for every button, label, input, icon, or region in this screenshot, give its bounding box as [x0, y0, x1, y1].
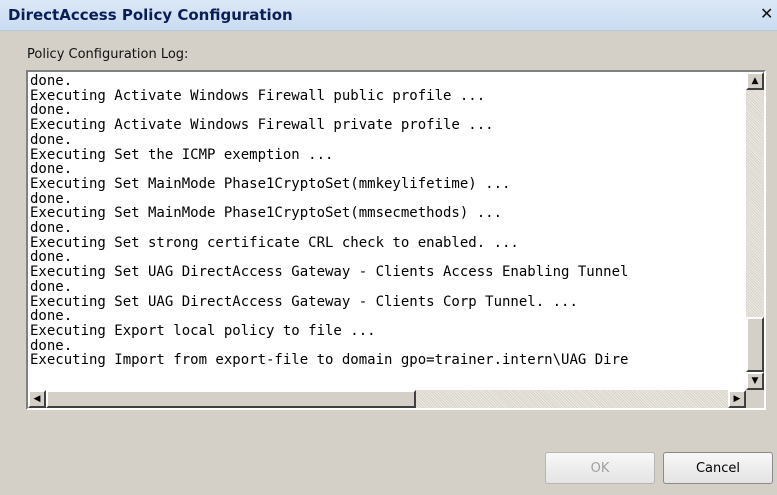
log-line: done.	[30, 337, 73, 354]
scrollbar-corner	[746, 390, 764, 408]
cancel-button[interactable]: Cancel	[663, 452, 773, 484]
log-line: done.	[30, 161, 73, 178]
scroll-up-icon[interactable]: ▲	[746, 72, 764, 90]
log-label: Policy Configuration Log:	[27, 47, 189, 62]
vertical-scroll-thumb[interactable]	[746, 317, 764, 372]
log-line: Executing Activate Windows Firewall priv…	[30, 117, 494, 134]
window-title: DirectAccess Policy Configuration	[8, 6, 293, 24]
log-line: Executing Set MainMode Phase1CryptoSet(m…	[30, 175, 511, 192]
log-line: done.	[30, 220, 73, 237]
log-line: Executing Set UAG DirectAccess Gateway -…	[30, 293, 578, 310]
log-line: Executing Activate Windows Firewall publ…	[30, 87, 486, 104]
log-line: Executing Import from export-file to dom…	[30, 352, 629, 369]
log-line: done.	[30, 74, 73, 89]
vertical-scrollbar[interactable]: ▲ ▼	[746, 72, 764, 390]
close-icon[interactable]: ✕	[760, 4, 776, 24]
log-line: done.	[30, 249, 73, 266]
scroll-right-icon[interactable]: ▶	[728, 390, 746, 408]
log-line: Executing Set strong certificate CRL che…	[30, 234, 519, 251]
horizontal-scrollbar[interactable]: ◀ ▶	[28, 390, 746, 408]
log-line: done.	[30, 102, 73, 119]
title-bar: DirectAccess Policy Configuration ✕	[0, 0, 777, 31]
log-content: done. Executing Activate Windows Firewall…	[30, 74, 742, 390]
log-line: Executing Set UAG DirectAccess Gateway -…	[30, 264, 629, 281]
log-line: done.	[30, 131, 73, 148]
log-line: done.	[30, 308, 73, 325]
log-line: Executing Set the ICMP exemption ...	[30, 146, 334, 163]
log-line: Executing Set MainMode Phase1CryptoSet(m…	[30, 205, 503, 222]
scroll-down-icon[interactable]: ▼	[746, 372, 764, 390]
log-line: done.	[30, 278, 73, 295]
horizontal-scroll-thumb[interactable]	[46, 390, 416, 408]
scroll-left-icon[interactable]: ◀	[28, 390, 46, 408]
ok-button[interactable]: OK	[545, 452, 655, 484]
log-line: done.	[30, 190, 73, 207]
policy-log-textbox[interactable]: done. Executing Activate Windows Firewall…	[26, 70, 766, 410]
log-line: Executing Export local policy to file ..…	[30, 322, 376, 339]
